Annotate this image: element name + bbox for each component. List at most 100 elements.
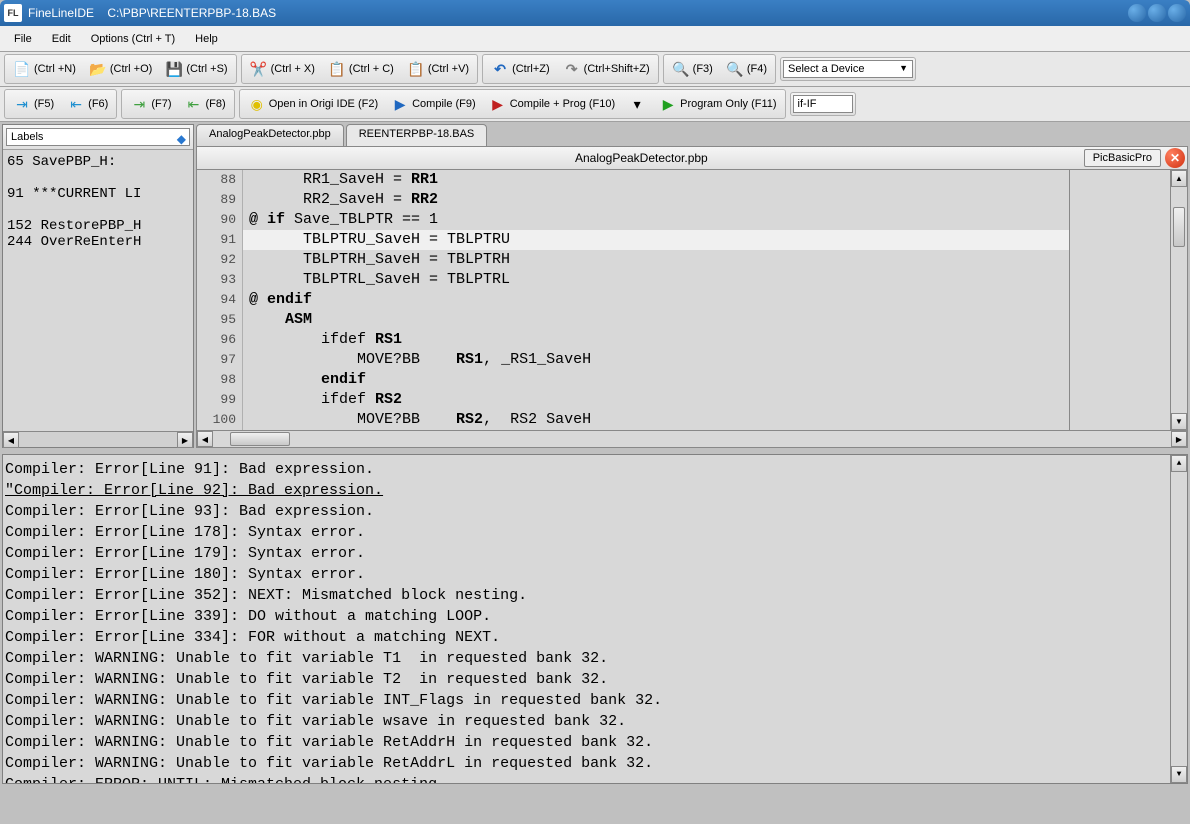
undo-button[interactable]: ↶(Ctrl+Z): [485, 57, 556, 81]
output-line[interactable]: Compiler: Error[Line 178]: Syntax error.: [5, 522, 1185, 543]
outdent-f6-button[interactable]: ⇤(F6): [61, 92, 114, 116]
cut-button[interactable]: ✂️(Ctrl + X): [244, 57, 321, 81]
copy-button[interactable]: 📋(Ctrl + C): [322, 57, 400, 81]
maximize-button[interactable]: [1148, 4, 1166, 22]
compile-button[interactable]: ▶Compile (F9): [385, 92, 482, 116]
output-line[interactable]: Compiler: Error[Line 334]: FOR without a…: [5, 627, 1185, 648]
new-file-button[interactable]: 📄(Ctrl +N): [7, 57, 82, 81]
open-file-button[interactable]: 📂(Ctrl +O): [83, 57, 158, 81]
code-line[interactable]: ifdef RS1: [243, 330, 1069, 350]
line-number: 97: [197, 350, 236, 370]
compiler-output[interactable]: Compiler: Error[Line 91]: Bad expression…: [2, 454, 1188, 784]
editor-area: AnalogPeakDetector.pbpREENTERPBP-18.BAS …: [196, 124, 1188, 448]
hscroll-right-button[interactable]: ▶: [1171, 431, 1187, 447]
output-line[interactable]: Compiler: Error[Line 179]: Syntax error.: [5, 543, 1185, 564]
code-line[interactable]: @ if Save_TBLPTR == 1: [243, 210, 1069, 230]
program-only-button[interactable]: ▶Program Only (F11): [653, 92, 782, 116]
code-line[interactable]: TBLPTRH_SaveH = TBLPTRH: [243, 250, 1069, 270]
output-line[interactable]: Compiler: Error[Line 339]: DO without a …: [5, 606, 1185, 627]
menu-help[interactable]: Help: [185, 29, 228, 49]
menu-file[interactable]: File: [4, 29, 42, 49]
search-icon: 🔍: [672, 60, 690, 78]
line-number: 94: [197, 290, 236, 310]
output-line[interactable]: Compiler: ERROR: UNTIL: Mismatched block…: [5, 774, 1185, 784]
titlebar: FL FineLineIDE C:\PBP\REENTERPBP-18.BAS: [0, 0, 1190, 26]
device-select[interactable]: Select a Device: [783, 60, 913, 78]
sidebar-scroll-left[interactable]: ◀: [3, 432, 19, 448]
indent-f5-button[interactable]: ⇥(F5): [7, 92, 60, 116]
editor-vscrollbar[interactable]: ▲ ▼: [1170, 170, 1187, 430]
output-line[interactable]: "Compiler: Error[Line 92]: Bad expressio…: [5, 480, 1185, 501]
paste-button[interactable]: 📋(Ctrl +V): [401, 57, 475, 81]
output-scroll-down[interactable]: ▼: [1171, 766, 1187, 783]
open-folder-icon: 📂: [89, 60, 107, 78]
app-icon: FL: [4, 4, 22, 22]
open-ide-button[interactable]: ◉Open in Origi IDE (F2): [242, 92, 384, 116]
line-number: 98: [197, 370, 236, 390]
output-line[interactable]: Compiler: Error[Line 91]: Bad expression…: [5, 459, 1185, 480]
output-line[interactable]: Compiler: WARNING: Unable to fit variabl…: [5, 753, 1185, 774]
menu-edit[interactable]: Edit: [42, 29, 81, 49]
output-line[interactable]: Compiler: Error[Line 180]: Syntax error.: [5, 564, 1185, 585]
code-line[interactable]: ASM: [243, 310, 1069, 330]
line-number: 96: [197, 330, 236, 350]
sidebar-label-item[interactable]: [7, 202, 189, 218]
sidebar-label-item[interactable]: [7, 170, 189, 186]
code-line[interactable]: ifdef RS2: [243, 390, 1069, 410]
sidebar-label-item[interactable]: 244 OverReEnterH: [7, 234, 189, 250]
close-tab-button[interactable]: ✕: [1165, 148, 1185, 168]
redo-button[interactable]: ↷(Ctrl+Shift+Z): [557, 57, 656, 81]
output-line[interactable]: Compiler: WARNING: Unable to fit variabl…: [5, 711, 1185, 732]
compile-prog-dropdown[interactable]: ▾: [622, 92, 652, 116]
sidebar-label-item[interactable]: 91 ***CURRENT LI: [7, 186, 189, 202]
code-line[interactable]: @ endif: [243, 290, 1069, 310]
hscroll-left-button[interactable]: ◀: [197, 431, 213, 447]
editor-tab[interactable]: REENTERPBP-18.BAS: [346, 124, 488, 146]
line-number: 91: [197, 230, 236, 250]
output-line[interactable]: Compiler: Error[Line 352]: NEXT: Mismatc…: [5, 585, 1185, 606]
play-blue-icon: ▶: [391, 95, 409, 113]
labels-dropdown[interactable]: Labels ◆: [6, 128, 190, 146]
indent-icon: ⇥: [13, 95, 31, 113]
code-line[interactable]: TBLPTRU_SaveH = TBLPTRU: [243, 230, 1069, 250]
line-number: 89: [197, 190, 236, 210]
sidebar-label-item[interactable]: 65 SavePBP_H:: [7, 154, 189, 170]
scroll-thumb[interactable]: [1173, 207, 1185, 247]
scroll-down-button[interactable]: ▼: [1171, 413, 1187, 430]
find-button[interactable]: 🔍(F3): [666, 57, 719, 81]
code-editor[interactable]: 888990919293949596979899100 RR1_SaveH = …: [196, 170, 1188, 431]
format-f8-button[interactable]: ⇤(F8): [179, 92, 232, 116]
code-line[interactable]: TBLPTRL_SaveH = TBLPTRL: [243, 270, 1069, 290]
save-file-button[interactable]: 💾(Ctrl +S): [159, 57, 233, 81]
code-line[interactable]: endif: [243, 370, 1069, 390]
output-line[interactable]: Compiler: Error[Line 93]: Bad expression…: [5, 501, 1185, 522]
redo-icon: ↷: [563, 60, 581, 78]
replace-button[interactable]: 🔍(F4): [720, 57, 773, 81]
hscroll-thumb[interactable]: [230, 432, 290, 446]
minimize-button[interactable]: [1128, 4, 1146, 22]
sidebar-scroll-right[interactable]: ▶: [177, 432, 193, 448]
editor-tab[interactable]: AnalogPeakDetector.pbp: [196, 124, 344, 146]
format-icon: ⇥: [130, 95, 148, 113]
sidebar-list[interactable]: 65 SavePBP_H: 91 ***CURRENT LI 152 Resto…: [3, 150, 193, 431]
output-line[interactable]: Compiler: WARNING: Unable to fit variabl…: [5, 732, 1185, 753]
code-line[interactable]: RR2_SaveH = RR2: [243, 190, 1069, 210]
scroll-up-button[interactable]: ▲: [1171, 170, 1187, 187]
menu-options[interactable]: Options (Ctrl + T): [81, 29, 185, 49]
format-f7-button[interactable]: ⇥(F7): [124, 92, 177, 116]
output-line[interactable]: Compiler: WARNING: Unable to fit variabl…: [5, 648, 1185, 669]
output-scroll-up[interactable]: ▲: [1171, 455, 1187, 472]
editor-hscrollbar[interactable]: ◀ ▶: [196, 431, 1188, 448]
compile-prog-button[interactable]: ▶Compile + Prog (F10): [483, 92, 621, 116]
code-line[interactable]: MOVE?BB RS2, RS2 SaveH: [243, 410, 1069, 430]
code-line[interactable]: RR1_SaveH = RR1: [243, 170, 1069, 190]
output-line[interactable]: Compiler: WARNING: Unable to fit variabl…: [5, 669, 1185, 690]
output-vscrollbar[interactable]: ▲ ▼: [1170, 455, 1187, 783]
menubar: File Edit Options (Ctrl + T) Help: [0, 26, 1190, 52]
output-line[interactable]: Compiler: WARNING: Unable to fit variabl…: [5, 690, 1185, 711]
close-window-button[interactable]: [1168, 4, 1186, 22]
if-text-field[interactable]: if-IF: [793, 95, 853, 113]
code-line[interactable]: MOVE?BB RS1, _RS1_SaveH: [243, 350, 1069, 370]
sidebar-label-item[interactable]: 152 RestorePBP_H: [7, 218, 189, 234]
line-number: 99: [197, 390, 236, 410]
